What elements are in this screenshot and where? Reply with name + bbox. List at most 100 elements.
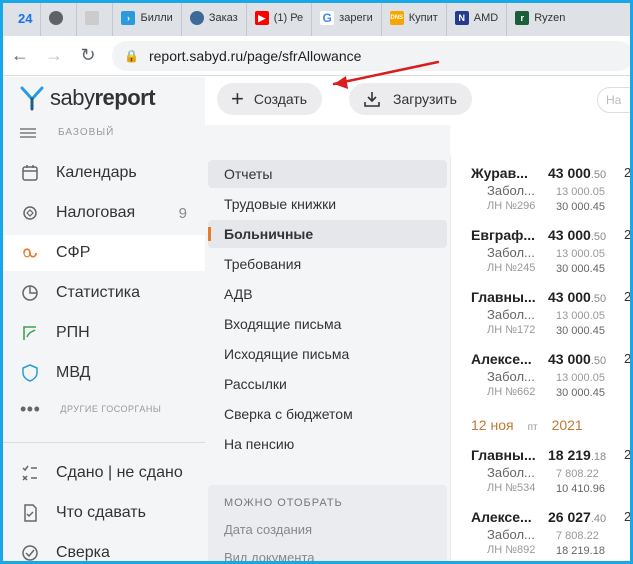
calendar-icon bbox=[20, 163, 40, 183]
group-year: 2021 bbox=[551, 417, 583, 433]
more-dots-icon: ••• bbox=[20, 399, 41, 419]
sidebar-item-rpn[interactable]: РПН bbox=[0, 315, 205, 351]
amount-main: 18 219 bbox=[548, 447, 591, 463]
browser-tab[interactable]: Gзареги bbox=[312, 0, 382, 36]
list-item[interactable]: Главны... 18 219.18 2 Забол... ЛН №534 7… bbox=[451, 437, 633, 499]
sidebar-item-mvd[interactable]: МВД bbox=[0, 355, 205, 391]
back-arrow-icon[interactable]: ← bbox=[6, 42, 34, 70]
amount-part-1: 13 000.05 bbox=[556, 372, 605, 384]
tab-label: Заказ bbox=[208, 12, 238, 24]
filter-item[interactable]: Дата создания bbox=[224, 522, 312, 537]
category-item[interactable]: Входящие письма bbox=[208, 310, 447, 338]
truncated-value: 2 bbox=[624, 351, 632, 366]
sidebar-item-tax[interactable]: Налоговая 9 bbox=[0, 195, 205, 231]
amount-part-2: 30 000.45 bbox=[556, 387, 605, 399]
url-text: report.sabyd.ru/page/sfrAllowance bbox=[148, 47, 362, 64]
sidebar-item-label: Налоговая bbox=[56, 204, 136, 221]
app-logo[interactable]: saby report bbox=[20, 85, 156, 111]
browser-tab[interactable]: DNS Купит bbox=[382, 0, 447, 36]
sfr-icon bbox=[20, 243, 40, 263]
sidebar-item-sfr[interactable]: СФР bbox=[0, 235, 205, 271]
create-button[interactable]: + Создать bbox=[217, 83, 323, 115]
amount-main: 43 000 bbox=[548, 289, 591, 305]
sidebar-item-calendar[interactable]: Календарь bbox=[0, 155, 205, 191]
orders-favicon-icon bbox=[189, 11, 204, 25]
category-label: Требования bbox=[224, 256, 302, 272]
amount-part-2: 30 000.45 bbox=[556, 201, 605, 213]
truncated-value: 2 bbox=[624, 509, 632, 524]
category-item[interactable]: Исходящие письма bbox=[208, 340, 447, 368]
employee-name: Главны... bbox=[471, 447, 536, 463]
create-label: Создать bbox=[253, 91, 308, 107]
browser-tab[interactable]: ▶ (1) Ре bbox=[247, 0, 313, 36]
sidebar-item-reconcile[interactable]: Сверка bbox=[0, 535, 205, 564]
list-item[interactable]: Алексе... 26 027.40 2 Забол... ЛН №892 7… bbox=[451, 499, 633, 561]
tab-label: 24 bbox=[18, 10, 33, 26]
url-field[interactable]: 🔒 report.sabyd.ru/page/sfrAllowance bbox=[112, 40, 633, 71]
category-item[interactable]: Отчеты bbox=[208, 160, 447, 188]
sick-leave-number: ЛН №892 bbox=[487, 544, 536, 556]
category-label: Отчеты bbox=[224, 166, 273, 182]
reason: Забол... bbox=[487, 527, 535, 542]
filter-item[interactable]: Вид документа bbox=[224, 550, 315, 564]
category-item-selected[interactable]: Больничные bbox=[208, 220, 447, 248]
logo-text-report: report bbox=[94, 85, 156, 110]
amount-part-2: 30 000.45 bbox=[556, 325, 605, 337]
amount: 26 027.40 bbox=[548, 509, 606, 525]
category-item[interactable]: Требования bbox=[208, 250, 447, 278]
truncated-value: 2 bbox=[624, 447, 632, 462]
tab-label: Билли bbox=[140, 12, 173, 24]
browser-tab[interactable]: Заказ bbox=[182, 0, 247, 36]
category-label: АДВ bbox=[224, 286, 253, 302]
category-item[interactable]: АДВ bbox=[208, 280, 447, 308]
employee-name: Алексе... bbox=[471, 351, 532, 367]
shield-icon bbox=[20, 363, 40, 383]
search-input[interactable]: На bbox=[597, 87, 633, 113]
amount-part-1: 13 000.05 bbox=[556, 310, 605, 322]
browser-tab[interactable]: › Билли bbox=[113, 0, 182, 36]
browser-tab[interactable]: r Ryzen bbox=[507, 0, 573, 36]
logo-text-saby: saby bbox=[50, 85, 95, 110]
browser-tab[interactable]: N AMD bbox=[447, 0, 508, 36]
category-item[interactable]: Сверка с бюджетом bbox=[208, 400, 447, 428]
document-check-icon bbox=[20, 503, 40, 523]
amount: 43 000.50 bbox=[548, 289, 606, 305]
employee-name: Главны... bbox=[471, 289, 536, 305]
tax-icon bbox=[20, 203, 40, 223]
list-item[interactable]: Евграф... 43 000.50 2 Забол... ЛН №245 1… bbox=[451, 217, 633, 279]
forward-arrow-icon[interactable]: → bbox=[40, 42, 68, 70]
sidebar-item-label: РПН bbox=[56, 324, 90, 341]
reload-icon[interactable]: ↻ bbox=[74, 42, 102, 70]
browser-tab[interactable] bbox=[41, 0, 78, 36]
amount-main: 43 000 bbox=[548, 227, 591, 243]
tax-count-badge: 9 bbox=[178, 204, 187, 222]
sidebar-item-statistics[interactable]: Статистика bbox=[0, 275, 205, 311]
list-item[interactable]: Алексе... 43 000.50 2 Забол... ЛН №662 1… bbox=[451, 341, 633, 403]
list-item[interactable]: Журав... 43 000.50 2 Забол... ЛН №296 13… bbox=[451, 155, 633, 217]
other-agencies-label: ДРУГИЕ ГОСОРГАНЫ bbox=[60, 404, 162, 414]
amount: 18 219.18 bbox=[548, 447, 606, 463]
category-label: Входящие письма bbox=[224, 316, 342, 332]
category-item[interactable]: На пенсию bbox=[208, 430, 447, 458]
list-item[interactable]: Главны... 43 000.50 2 Забол... ЛН №172 1… bbox=[451, 279, 633, 341]
amount-main: 43 000 bbox=[548, 165, 591, 181]
amount: 43 000.50 bbox=[548, 227, 606, 243]
sidebar-item-what-to-submit[interactable]: Что сдавать bbox=[0, 495, 205, 531]
truncated-value: 2 bbox=[624, 289, 632, 304]
sidebar-item-submitted[interactable]: Сдано | не сдано bbox=[0, 455, 205, 491]
browser-tab[interactable] bbox=[77, 0, 114, 36]
upload-button[interactable]: Загрузить bbox=[349, 83, 472, 115]
tab-label: зареги bbox=[339, 12, 373, 24]
tab-label: Ryzen bbox=[534, 12, 566, 24]
menu-icon[interactable] bbox=[20, 127, 36, 138]
upload-label: Загрузить bbox=[393, 91, 457, 107]
reason: Забол... bbox=[487, 245, 535, 260]
sidebar-item-label: Статистика bbox=[56, 284, 141, 301]
other-agencies-link[interactable]: ••• ДРУГИЕ ГОСОРГАНЫ bbox=[20, 399, 162, 419]
google-icon: G bbox=[320, 11, 335, 25]
category-item[interactable]: Трудовые книжки bbox=[208, 190, 447, 218]
browser-tab[interactable]: 24 bbox=[10, 0, 42, 36]
reason: Забол... bbox=[487, 183, 535, 198]
sidebar-item-label: МВД bbox=[56, 364, 91, 381]
category-item[interactable]: Рассылки bbox=[208, 370, 447, 398]
